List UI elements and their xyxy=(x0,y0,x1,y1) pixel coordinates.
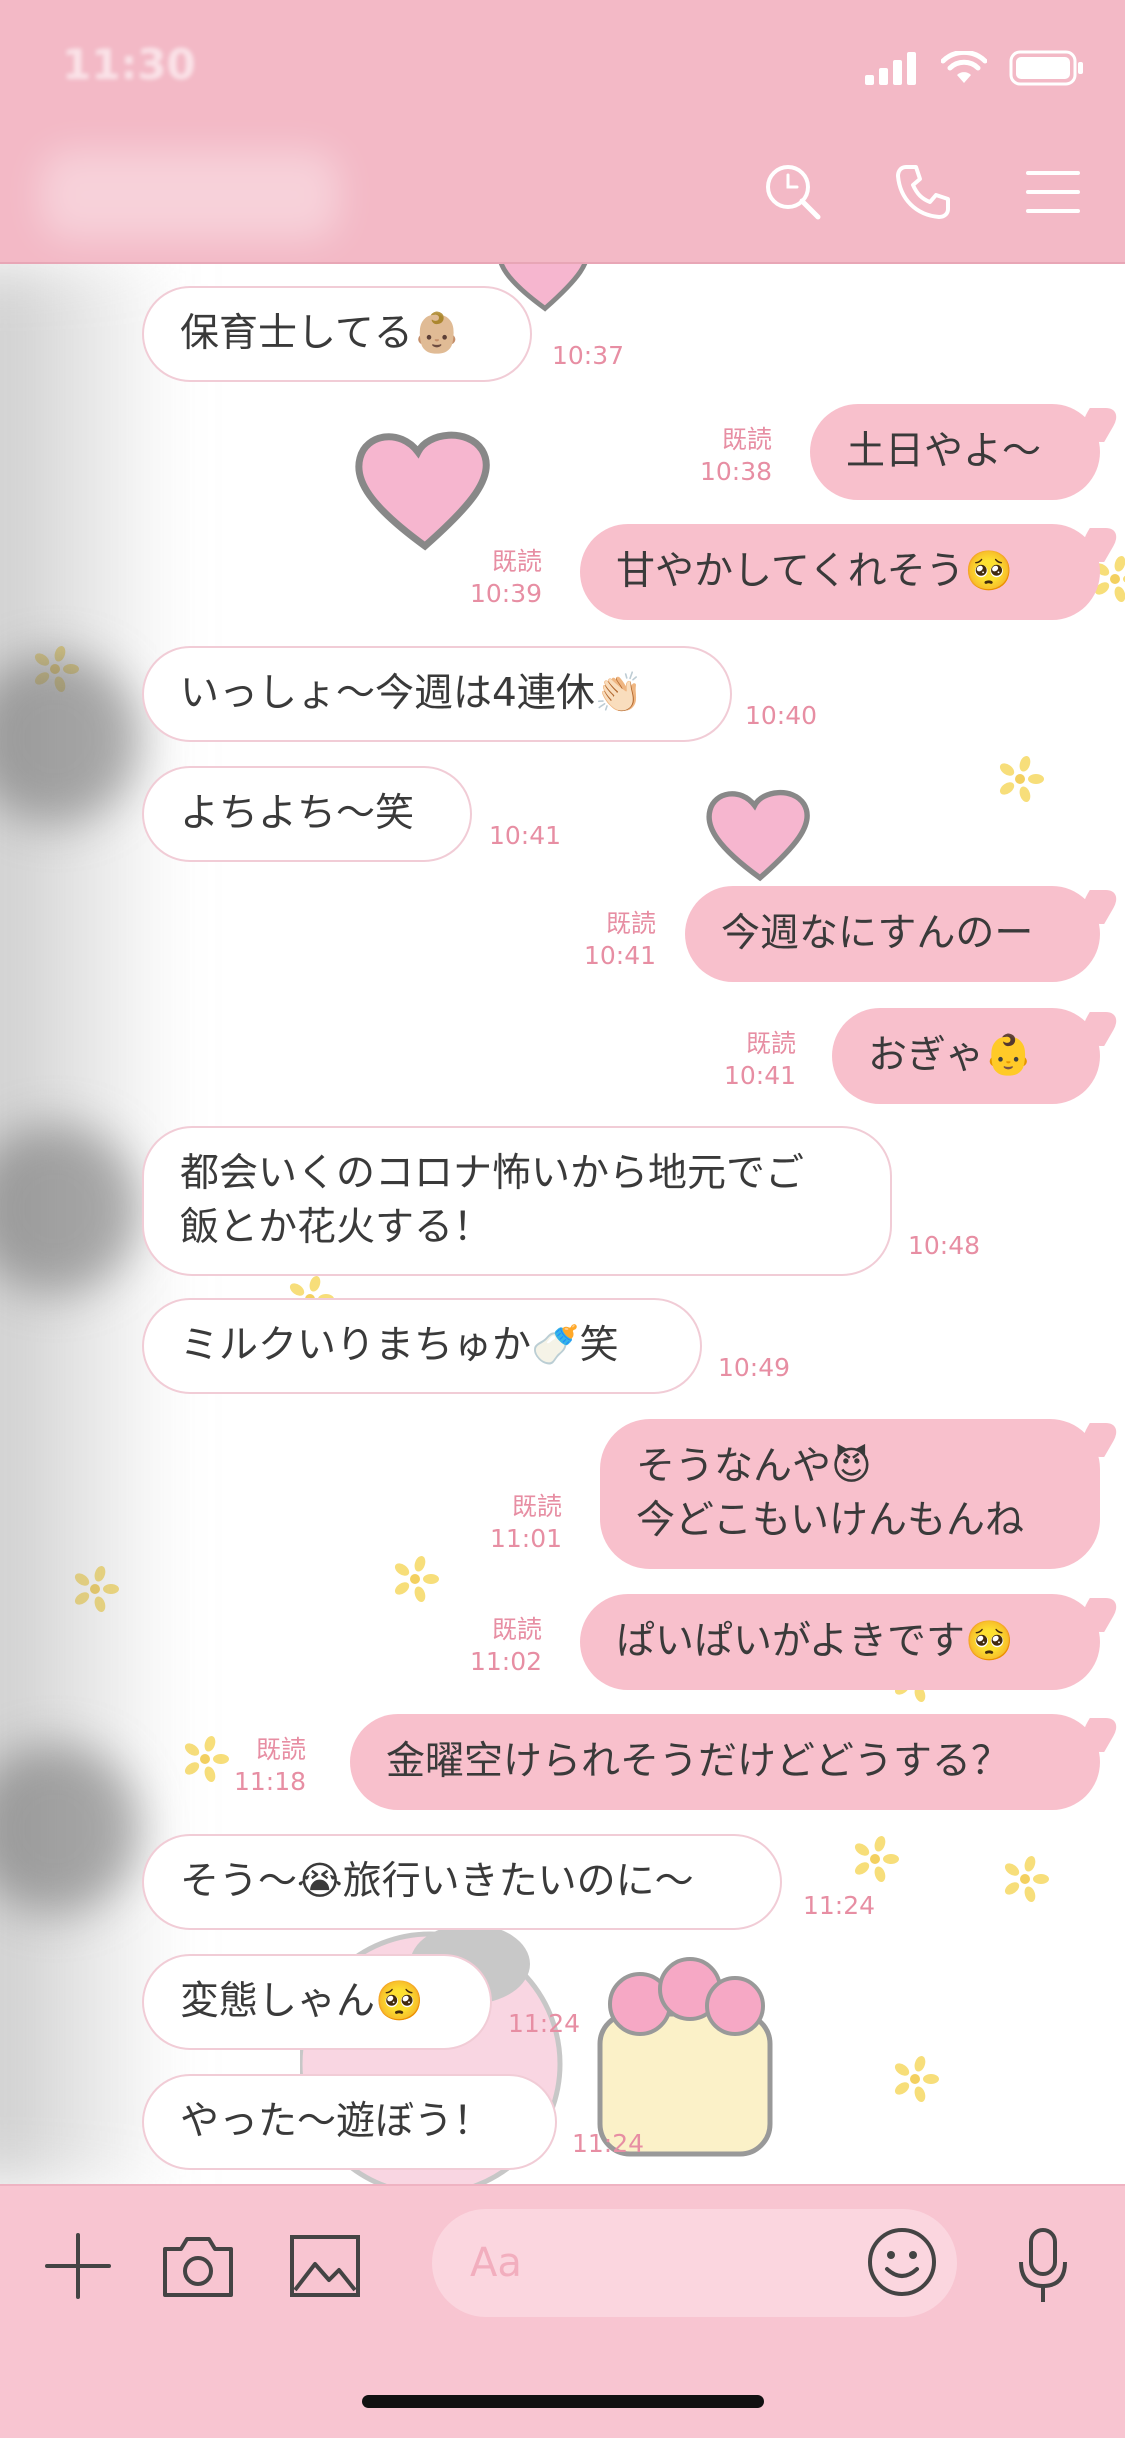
message-meta: 10:40 xyxy=(745,700,817,732)
message-bubble[interactable]: そう〜😭旅行いきたいのに〜 xyxy=(142,1834,782,1930)
message-timestamp: 10:48 xyxy=(908,1231,981,1260)
flower-decoration-icon xyxy=(394,1556,439,1602)
message-meta: 既読 10:38 xyxy=(700,424,772,488)
read-receipt: 既読 xyxy=(492,1615,543,1644)
wifi-icon xyxy=(941,51,987,83)
message-meta: 既読 11:01 xyxy=(490,1491,562,1555)
read-receipt: 既読 xyxy=(722,425,773,454)
message-bubble[interactable]: ぱいぱいがよきです🥺 xyxy=(580,1594,1100,1690)
header-actions xyxy=(761,160,1085,224)
flower-decoration-icon xyxy=(1004,1856,1049,1902)
status-time: 11:30 xyxy=(62,40,196,89)
message-bubble[interactable]: おぎゃ👶 xyxy=(832,1008,1100,1104)
message-meta: 既読 10:41 xyxy=(584,908,656,972)
message-meta: 11:24 xyxy=(572,2128,644,2160)
message-timestamp: 10:38 xyxy=(700,457,773,486)
read-receipt: 既読 xyxy=(492,547,543,576)
flower-decoration-icon xyxy=(999,756,1044,802)
message-bubble[interactable]: 土日やよ〜 xyxy=(810,404,1100,500)
heart-decoration-icon xyxy=(355,431,490,551)
message-bubble[interactable]: 都会いくのコロナ怖いから地元でご 飯とか花火する！ xyxy=(142,1126,892,1276)
message-timestamp: 11:24 xyxy=(572,2129,645,2158)
read-receipt: 既読 xyxy=(606,909,657,938)
message-timestamp: 10:49 xyxy=(718,1353,791,1382)
message-bubble[interactable]: いっしょ〜今週は4連休👏🏻 xyxy=(142,646,732,742)
message-timestamp: 11:18 xyxy=(234,1767,307,1796)
battery-icon xyxy=(1009,50,1083,86)
menu-icon[interactable] xyxy=(1021,160,1085,224)
message-timestamp: 11:24 xyxy=(803,1891,876,1920)
message-meta: 既読 10:39 xyxy=(470,546,542,610)
plus-icon[interactable] xyxy=(38,2226,118,2306)
phone-icon[interactable] xyxy=(891,160,955,224)
message-timestamp: 10:41 xyxy=(724,1061,797,1090)
flower-decoration-icon xyxy=(854,1836,899,1882)
home-indicator[interactable] xyxy=(362,2395,764,2408)
read-receipt: 既読 xyxy=(512,1492,563,1521)
message-bubble[interactable]: 金曜空けられそうだけどどうする？ xyxy=(350,1714,1100,1810)
status-icons xyxy=(865,50,1085,86)
read-receipt: 既読 xyxy=(746,1029,797,1058)
chat-header: 11:30 xyxy=(0,0,1125,264)
message-meta: 11:24 xyxy=(508,2008,580,2040)
chat-partner-name-blurred[interactable] xyxy=(40,150,340,240)
camera-icon[interactable] xyxy=(158,2226,238,2306)
message-meta: 10:48 xyxy=(908,1230,980,1262)
message-timestamp: 11:01 xyxy=(490,1524,563,1553)
message-meta: 10:37 xyxy=(552,340,624,372)
message-meta: 既読 10:41 xyxy=(724,1028,796,1092)
message-meta: 既読 11:18 xyxy=(234,1734,306,1798)
message-bubble[interactable]: 保育士してる👶🏼 xyxy=(142,286,532,382)
flower-decoration-icon xyxy=(184,1736,229,1782)
message-timestamp: 10:39 xyxy=(470,579,543,608)
message-bubble[interactable]: やった〜遊ぼう！ xyxy=(142,2074,557,2170)
message-meta: 11:24 xyxy=(803,1890,875,1922)
message-bubble[interactable]: 今週なにすんのー xyxy=(685,886,1100,982)
message-timestamp: 10:41 xyxy=(489,821,562,850)
image-icon[interactable] xyxy=(285,2226,365,2306)
search-icon[interactable] xyxy=(761,160,825,224)
emoji-icon[interactable] xyxy=(862,2222,942,2302)
message-timestamp: 10:41 xyxy=(584,941,657,970)
message-meta: 既読 11:02 xyxy=(470,1614,542,1678)
message-timestamp: 11:02 xyxy=(470,1647,543,1676)
message-timestamp: 10:40 xyxy=(745,701,818,730)
signal-icon xyxy=(865,52,916,85)
message-bubble[interactable]: 甘やかしてくれそう🥺 xyxy=(580,524,1100,620)
message-bubble[interactable]: 変態しゃん🥺 xyxy=(142,1954,492,2050)
chat-area[interactable]: 保育士してる👶🏼 10:37 土日やよ〜 既読 10:38 甘やかしてくれそう🥺 既読 10:… xyxy=(0,264,1125,2184)
message-bubble[interactable]: よちよち〜笑 xyxy=(142,766,472,862)
read-receipt: 既読 xyxy=(256,1735,307,1764)
message-meta: 10:49 xyxy=(718,1352,790,1384)
message-timestamp: 10:37 xyxy=(552,341,625,370)
microphone-icon[interactable] xyxy=(1003,2226,1083,2306)
message-timestamp: 11:24 xyxy=(508,2009,581,2038)
message-bubble[interactable]: ミルクいりまちゅか🍼笑 xyxy=(142,1298,702,1394)
flower-decoration-icon xyxy=(894,2056,939,2102)
heart-decoration-icon xyxy=(706,789,810,882)
message-meta: 10:41 xyxy=(489,820,561,852)
message-bubble[interactable]: そうなんや😈 今どこもいけんもんね xyxy=(600,1419,1100,1569)
